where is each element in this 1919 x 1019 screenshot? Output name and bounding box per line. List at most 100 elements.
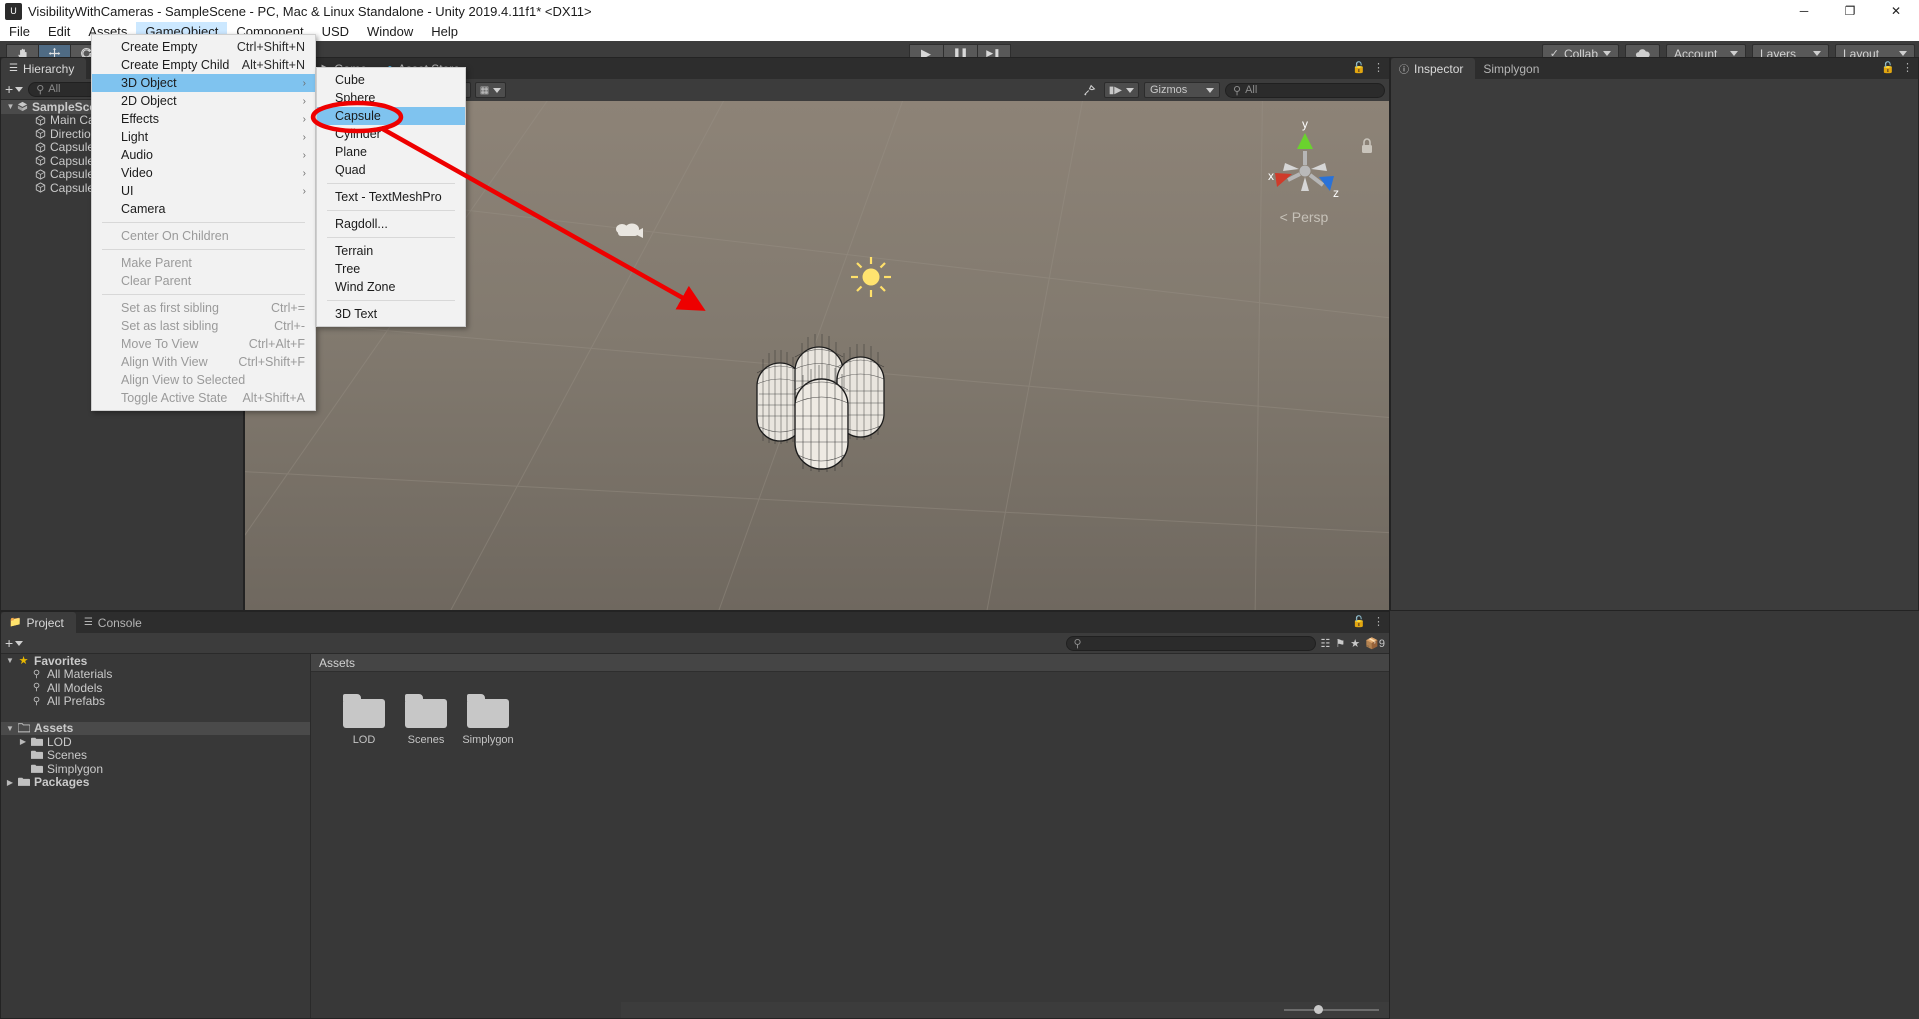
kebab-menu-icon[interactable]: ⋮: [1373, 615, 1384, 628]
asset-item-simplygon[interactable]: Simplygon: [457, 694, 519, 746]
submenu-item-capsule[interactable]: Capsule: [317, 107, 465, 125]
folder-icon: 📁: [9, 617, 21, 628]
disclosure-triangle-icon[interactable]: ▶: [17, 737, 29, 746]
3d-object-submenu[interactable]: CubeSphereCapsuleCylinderPlaneQuad Text -…: [316, 67, 466, 327]
menu-separator: [102, 249, 305, 250]
hierarchy-add-button[interactable]: +: [5, 81, 23, 97]
menu-item-3d-object[interactable]: 3D Object›: [92, 74, 315, 92]
project-item-assets[interactable]: ▼ Assets: [1, 722, 310, 736]
chevron-down-icon: [493, 88, 501, 93]
tab-inspector-label: Inspector: [1414, 62, 1463, 76]
menu-separator: [102, 294, 305, 295]
packages-count-label: 9: [1379, 638, 1385, 650]
disclosure-triangle-icon[interactable]: ▶: [4, 778, 16, 787]
submenu-item-quad[interactable]: Quad: [317, 161, 465, 179]
asset-item-scenes[interactable]: Scenes: [395, 694, 457, 746]
menu-item-audio[interactable]: Audio›: [92, 146, 315, 164]
grid-dropdown[interactable]: ▦: [475, 82, 506, 98]
gameobject-icon: [34, 142, 47, 153]
gameobject-icon: [34, 115, 47, 126]
window-controls: ─ ❐ ✕: [1781, 0, 1919, 22]
scene-tools-icon[interactable]: [1080, 82, 1099, 98]
kebab-menu-icon[interactable]: ⋮: [1902, 61, 1913, 74]
project-tabrow: 📁 Project ☰ Console 🔓 ⋮: [1, 612, 1389, 633]
info-icon: ⓘ: [1399, 61, 1409, 76]
project-item-scenes[interactable]: Scenes: [1, 749, 310, 763]
scene-search-input[interactable]: ⚲ All: [1225, 83, 1385, 98]
submenu-item-label: Tree: [335, 262, 360, 276]
menu-item-effects[interactable]: Effects›: [92, 110, 315, 128]
disclosure-triangle-icon[interactable]: ▼: [4, 656, 16, 665]
scene-toolbar-right: ▮▶ Gizmos ⚲ All: [1080, 82, 1385, 98]
menu-file[interactable]: File: [0, 22, 39, 41]
menu-item-create-empty-child[interactable]: Create Empty ChildAlt+Shift+N: [92, 56, 315, 74]
asset-item-lod[interactable]: LOD: [333, 694, 395, 746]
menu-item-clear-parent: Clear Parent: [92, 272, 315, 290]
menu-usd[interactable]: USD: [313, 22, 358, 41]
tab-simplygon-label: Simplygon: [1483, 62, 1539, 76]
submenu-item-cube[interactable]: Cube: [317, 71, 465, 89]
tab-simplygon[interactable]: Simplygon: [1475, 58, 1551, 79]
hierarchy-search-placeholder: All: [48, 83, 60, 95]
tab-console[interactable]: ☰ Console: [76, 612, 154, 633]
submenu-item-text-textmeshpro[interactable]: Text - TextMeshPro: [317, 188, 465, 206]
disclosure-triangle-icon[interactable]: ▼: [4, 724, 16, 733]
tab-project[interactable]: 📁 Project: [1, 612, 76, 633]
minimize-button[interactable]: ─: [1781, 0, 1827, 22]
project-item-packages[interactable]: ▶Packages: [1, 776, 310, 790]
close-button[interactable]: ✕: [1873, 0, 1919, 22]
sceneview-tab-icons: 🔓 ⋮: [1352, 61, 1384, 74]
menu-window[interactable]: Window: [358, 22, 422, 41]
kebab-menu-icon[interactable]: ⋮: [1373, 61, 1384, 74]
project-item-lod[interactable]: ▶LOD: [1, 735, 310, 749]
project-search-input[interactable]: ⚲: [1066, 636, 1316, 651]
project-item-all-models[interactable]: ⚲All Models: [1, 681, 310, 695]
disclosure-triangle-icon[interactable]: ▼: [5, 102, 16, 111]
project-item-simplygon[interactable]: Simplygon: [1, 762, 310, 776]
menu-separator: [327, 183, 455, 184]
tab-hierarchy[interactable]: ☰ Hierarchy: [1, 58, 86, 79]
submenu-item-plane[interactable]: Plane: [317, 143, 465, 161]
menu-edit[interactable]: Edit: [39, 22, 79, 41]
project-item-all-materials[interactable]: ⚲All Materials: [1, 668, 310, 682]
filter-by-type-icon[interactable]: ☷: [1321, 637, 1331, 650]
menu-item-2d-object[interactable]: 2D Object›: [92, 92, 315, 110]
lock-icon[interactable]: 🔓: [1352, 615, 1366, 628]
submenu-item-wind-zone[interactable]: Wind Zone: [317, 278, 465, 296]
project-item-all-prefabs[interactable]: ⚲All Prefabs: [1, 695, 310, 709]
menu-help[interactable]: Help: [422, 22, 467, 41]
menu-item-ui[interactable]: UI›: [92, 182, 315, 200]
menu-item-light[interactable]: Light›: [92, 128, 315, 146]
lock-icon[interactable]: 🔓: [1881, 61, 1895, 74]
submenu-item-tree[interactable]: Tree: [317, 260, 465, 278]
project-item-label: Assets: [34, 721, 73, 735]
submenu-item-ragdoll[interactable]: Ragdoll...: [317, 215, 465, 233]
menu-item-move-to-view: Move To ViewCtrl+Alt+F: [92, 335, 315, 353]
scene-icon: [16, 101, 29, 112]
filter-by-label-icon[interactable]: ⚑: [1335, 637, 1345, 650]
submenu-item-cylinder[interactable]: Cylinder: [317, 125, 465, 143]
submenu-item-3d-text[interactable]: 3D Text: [317, 305, 465, 323]
favorite-star-icon[interactable]: ★: [1350, 637, 1360, 650]
gameobject-dropdown-menu[interactable]: Create EmptyCtrl+Shift+NCreate Empty Chi…: [91, 34, 316, 411]
asset-grid[interactable]: LODScenesSimplygon: [311, 672, 1389, 746]
submenu-item-terrain[interactable]: Terrain: [317, 242, 465, 260]
asset-zoom-slider[interactable]: [1284, 1009, 1379, 1011]
packages-count-badge[interactable]: 📦9: [1365, 637, 1385, 650]
menu-item-video[interactable]: Video›: [92, 164, 315, 182]
submenu-item-sphere[interactable]: Sphere: [317, 89, 465, 107]
gizmos-dropdown[interactable]: Gizmos: [1144, 82, 1220, 98]
menu-item-label: Center On Children: [121, 229, 229, 243]
tab-inspector[interactable]: ⓘ Inspector: [1391, 58, 1475, 79]
lock-icon[interactable]: 🔓: [1352, 61, 1366, 74]
project-tab-icons: 🔓 ⋮: [1352, 615, 1384, 628]
project-tree[interactable]: ▼★Favorites⚲All Materials⚲All Models⚲All…: [1, 654, 311, 1018]
inspector-panel: ⓘ Inspector Simplygon 🔓 ⋮: [1390, 57, 1919, 611]
project-item-favorites[interactable]: ▼★Favorites: [1, 654, 310, 668]
maximize-button[interactable]: ❐: [1827, 0, 1873, 22]
project-add-button[interactable]: +: [5, 635, 23, 651]
menu-item-create-empty[interactable]: Create EmptyCtrl+Shift+N: [92, 38, 315, 56]
camera-settings-dropdown[interactable]: ▮▶: [1104, 82, 1139, 98]
menu-item-camera[interactable]: Camera: [92, 200, 315, 218]
asset-zoom-knob[interactable]: [1314, 1005, 1323, 1014]
